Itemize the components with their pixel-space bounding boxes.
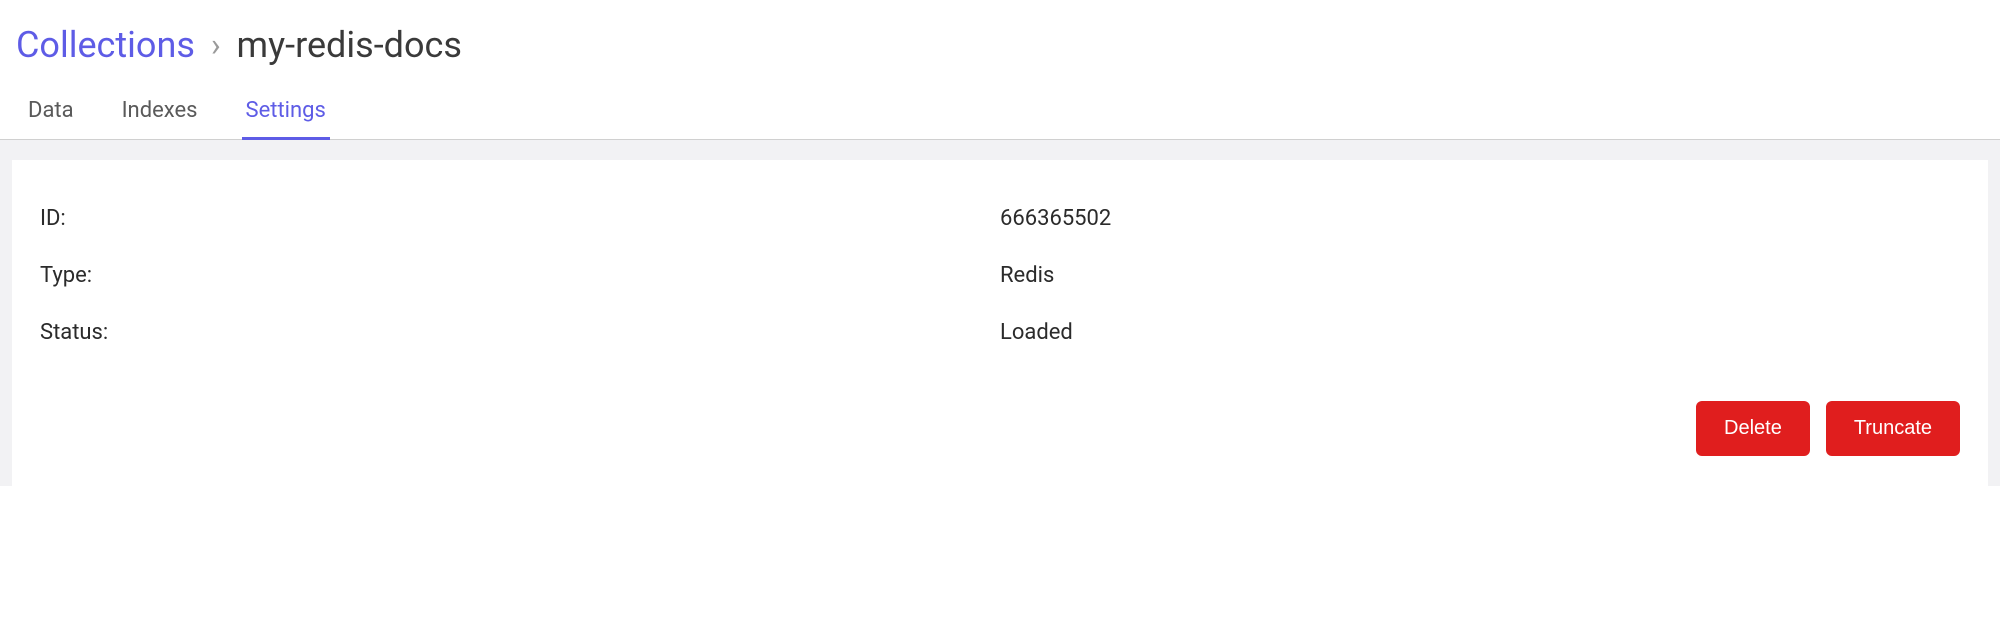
field-status: Status: Loaded bbox=[40, 304, 1960, 361]
tab-settings[interactable]: Settings bbox=[242, 86, 330, 140]
tab-indexes[interactable]: Indexes bbox=[118, 86, 202, 140]
tabs: Data Indexes Settings bbox=[0, 86, 2000, 140]
tab-data[interactable]: Data bbox=[24, 86, 78, 140]
breadcrumb-current: my-redis-docs bbox=[237, 24, 462, 66]
status-value: Loaded bbox=[1000, 320, 1960, 345]
type-value: Redis bbox=[1000, 263, 1960, 288]
id-value: 666365502 bbox=[1000, 206, 1960, 231]
breadcrumb-root-link[interactable]: Collections bbox=[16, 24, 195, 66]
chevron-right-icon: › bbox=[211, 26, 221, 64]
truncate-button[interactable]: Truncate bbox=[1826, 401, 1960, 456]
delete-button[interactable]: Delete bbox=[1696, 401, 1810, 456]
breadcrumb: Collections › my-redis-docs bbox=[0, 0, 2000, 86]
type-label: Type: bbox=[40, 263, 1000, 288]
actions-row: Delete Truncate bbox=[40, 401, 1960, 456]
settings-panel: ID: 666365502 Type: Redis Status: Loaded… bbox=[12, 160, 1988, 486]
field-id: ID: 666365502 bbox=[40, 190, 1960, 247]
status-label: Status: bbox=[40, 320, 1000, 345]
id-label: ID: bbox=[40, 206, 1000, 231]
field-type: Type: Redis bbox=[40, 247, 1960, 304]
